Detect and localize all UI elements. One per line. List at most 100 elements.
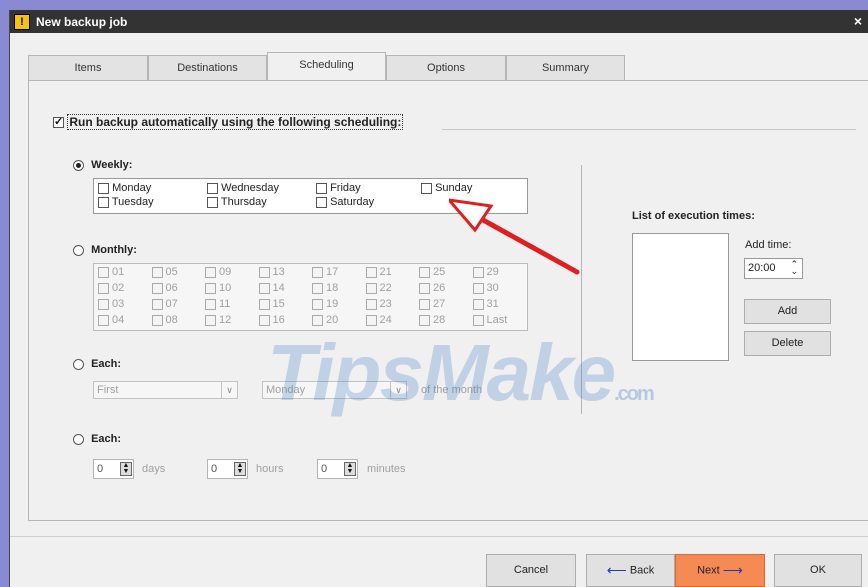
checkbox-box[interactable] [98,282,109,294]
execution-times-list[interactable] [632,233,729,361]
checkbox-box[interactable] [151,298,163,310]
checkbox-box[interactable] [53,115,64,129]
checkbox-box[interactable] [98,266,109,278]
month-day-checkbox[interactable]: 11 [205,298,230,310]
month-day-checkbox[interactable]: 28 [419,314,445,326]
cancel-button[interactable]: Cancel [486,554,576,587]
weekday-dropdown[interactable]: Monday ∨ [262,381,407,399]
month-day-checkbox[interactable]: 19 [312,298,338,310]
checkbox-box[interactable] [151,314,163,326]
stepper-arrows-icon[interactable]: ▲ ▼ [344,462,356,476]
hours-stepper[interactable]: 0 ▲ ▼ [207,459,248,479]
month-day-checkbox[interactable]: 18 [312,282,338,294]
checkbox-box[interactable] [472,266,484,278]
occurrence-dropdown[interactable]: First ∨ [93,381,238,399]
checkbox-box[interactable] [205,266,216,278]
checkbox-box[interactable] [98,298,109,310]
checkbox-box[interactable] [258,298,270,310]
stepper-arrows-icon[interactable]: ▲ ▼ [234,462,246,476]
month-day-checkbox[interactable]: 23 [365,298,392,310]
month-day-checkbox[interactable]: 20 [312,314,338,326]
close-icon[interactable]: × [854,13,862,29]
checkbox-box[interactable] [472,282,484,294]
tab-destinations[interactable]: Destinations [148,55,267,81]
checkbox-box[interactable] [419,282,430,294]
checkbox-box[interactable] [258,314,270,326]
monthly-radio[interactable]: Monthly: [73,244,137,256]
month-day-checkbox[interactable]: 26 [419,282,445,294]
month-day-checkbox[interactable]: 24 [365,314,392,326]
monthly-radio-button[interactable] [73,244,84,256]
month-day-checkbox[interactable]: 09 [205,266,231,278]
checkbox-box[interactable] [205,314,216,326]
month-day-checkbox[interactable]: 01 [98,266,124,278]
each-weekday-radio[interactable]: Each: [73,358,121,370]
ok-button[interactable]: OK [774,554,862,587]
checkbox-box[interactable] [472,314,484,326]
back-button[interactable]: ⟵ Back [586,554,675,587]
month-day-checkbox[interactable]: 14 [258,282,285,294]
day-monday[interactable]: Monday [98,182,151,194]
day-saturday[interactable]: Saturday [316,196,374,208]
month-day-checkbox[interactable]: 04 [98,314,124,326]
checkbox-box[interactable] [419,298,430,310]
checkbox-box[interactable] [151,282,163,294]
tab-items[interactable]: Items [28,55,148,81]
delete-button[interactable]: Delete [744,331,831,356]
month-day-checkbox[interactable]: 07 [151,298,178,310]
days-stepper[interactable]: 0 ▲ ▼ [93,459,134,479]
month-day-checkbox[interactable]: 05 [151,266,178,278]
checkbox-box[interactable] [312,282,323,294]
month-day-checkbox[interactable]: 25 [419,266,445,278]
tab-options[interactable]: Options [386,55,506,81]
day-wednesday[interactable]: Wednesday [207,182,279,194]
checkbox-box[interactable] [205,282,216,294]
month-day-checkbox[interactable]: 12 [205,314,231,326]
checkbox-box[interactable] [365,298,377,310]
tab-summary[interactable]: Summary [506,55,625,81]
checkbox-box[interactable] [312,266,323,278]
checkbox-box[interactable] [312,314,323,326]
checkbox-box[interactable] [98,314,109,326]
spinner-arrows-icon[interactable]: ⌃ ⌄ [790,260,798,276]
day-sunday[interactable]: Sunday [421,182,472,194]
month-day-checkbox[interactable]: 17 [312,266,338,278]
checkbox-box[interactable] [419,266,430,278]
month-day-checkbox[interactable]: 13 [258,266,285,278]
add-button[interactable]: Add [744,299,831,324]
checkbox-box[interactable] [151,266,163,278]
checkbox-box[interactable] [258,266,270,278]
each-interval-radio-button[interactable] [73,433,84,445]
month-day-checkbox[interactable]: 29 [472,266,499,278]
month-day-checkbox[interactable]: 31 [472,298,499,310]
weekly-radio-button[interactable] [73,159,84,171]
month-day-checkbox[interactable]: 22 [365,282,392,294]
month-day-checkbox[interactable]: 06 [151,282,178,294]
checkbox-box[interactable] [472,298,484,310]
month-day-checkbox[interactable]: 27 [419,298,445,310]
checkbox-box[interactable] [419,314,430,326]
run-automatically-checkbox[interactable]: Run backup automatically using the follo… [53,114,404,130]
checkbox-box[interactable] [205,298,216,310]
time-input[interactable]: 20:00 ⌃ ⌄ [744,258,803,279]
next-button[interactable]: Next ⟶ [675,554,765,587]
day-tuesday[interactable]: Tuesday [98,196,154,208]
month-day-checkbox[interactable]: 30 [472,282,499,294]
month-day-checkbox[interactable]: 16 [258,314,285,326]
stepper-arrows-icon[interactable]: ▲ ▼ [120,462,132,476]
day-thursday[interactable]: Thursday [207,196,267,208]
month-day-checkbox[interactable]: Last [472,314,507,326]
day-friday[interactable]: Friday [316,182,361,194]
checkbox-box[interactable] [258,282,270,294]
each-weekday-radio-button[interactable] [73,358,84,370]
weekly-radio[interactable]: Weekly: [73,159,132,171]
month-day-checkbox[interactable]: 15 [258,298,285,310]
checkbox-box[interactable] [312,298,323,310]
checkbox-box[interactable] [365,282,377,294]
minutes-stepper[interactable]: 0 ▲ ▼ [317,459,358,479]
checkbox-box[interactable] [365,314,377,326]
each-interval-radio[interactable]: Each: [73,433,121,445]
month-day-checkbox[interactable]: 21 [365,266,392,278]
month-day-checkbox[interactable]: 03 [98,298,124,310]
checkbox-box[interactable] [365,266,377,278]
